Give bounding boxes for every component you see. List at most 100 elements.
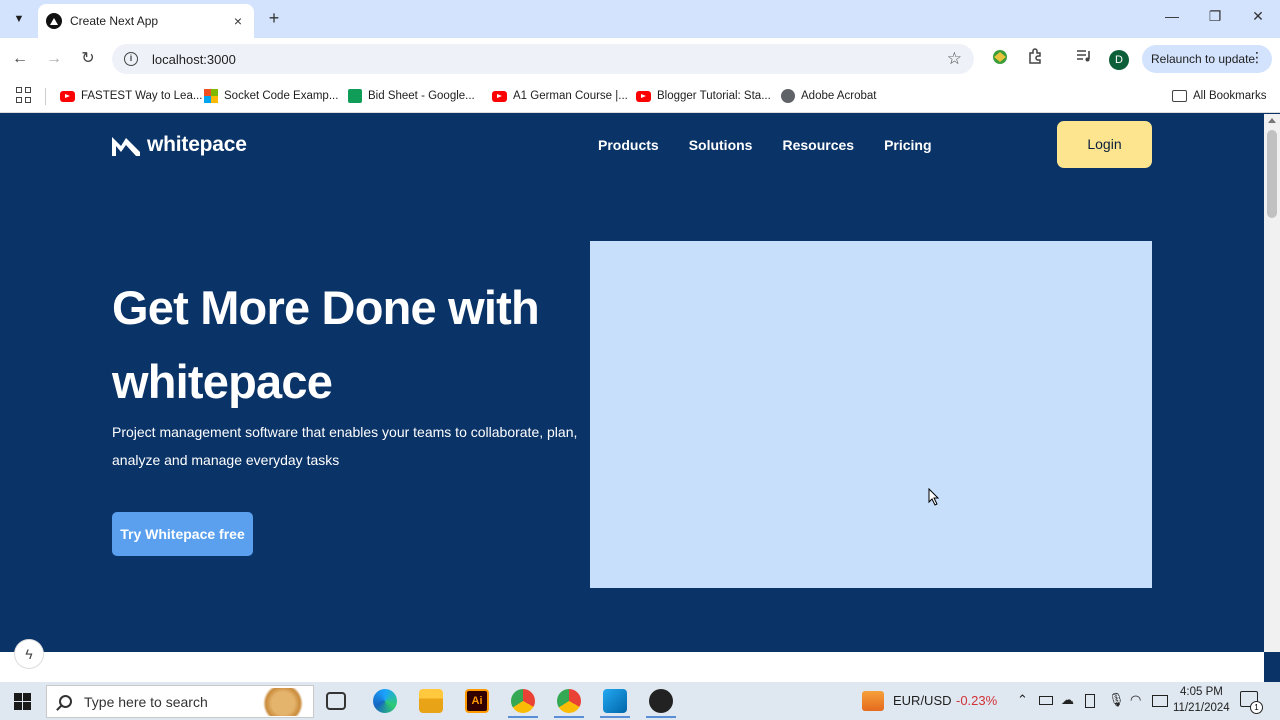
scroll-thumb[interactable] <box>1267 130 1277 218</box>
bookmark-label: Bid Sheet - Google... <box>368 90 475 102</box>
bookmark-label: Adobe Acrobat <box>801 90 877 102</box>
active-app-indicator <box>554 716 584 718</box>
fx-pair-label[interactable]: EUR/USD <box>893 693 952 708</box>
nav-resources[interactable]: Resources <box>782 137 854 153</box>
active-app-indicator <box>646 716 676 718</box>
next-section-edge <box>0 652 1264 682</box>
microphone-icon[interactable]: 🎙 <box>1108 692 1125 708</box>
relaunch-to-update-button[interactable]: Relaunch to update ⋮ <box>1142 45 1272 73</box>
bookmarks-bar: FASTEST Way to Lea... Socket Code Examp.… <box>0 80 1280 113</box>
microsoft-icon <box>204 89 218 103</box>
chevron-down-icon: ▼ <box>13 13 25 25</box>
mouse-cursor-icon <box>928 488 940 506</box>
stock-widget-icon[interactable] <box>862 691 884 711</box>
media-control-icon[interactable] <box>1073 48 1095 70</box>
reload-icon[interactable]: ↻ <box>77 48 99 70</box>
youtube-icon <box>492 90 507 102</box>
tab-title: Create Next App <box>70 14 159 28</box>
address-bar[interactable]: i localhost:3000 ☆ <box>112 44 974 74</box>
search-highlight-lion-icon <box>259 688 307 716</box>
hero-subtitle: Project management software that enables… <box>112 424 578 468</box>
bookmark-item[interactable]: Adobe Acrobat <box>781 86 876 106</box>
bookmark-label: Socket Code Examp... <box>224 90 339 102</box>
chevron-up-icon[interactable]: ⌃ <box>1017 692 1028 708</box>
chrome-icon[interactable] <box>557 689 581 713</box>
fx-change-value[interactable]: -0.23% <box>956 693 997 708</box>
cloud-icon[interactable]: ☁ <box>1061 692 1074 708</box>
page-scrollbar[interactable] <box>1264 114 1280 652</box>
edge-browser-icon[interactable] <box>373 689 397 713</box>
folder-icon <box>1172 90 1187 102</box>
bookmark-item[interactable]: FASTEST Way to Lea... <box>60 86 202 106</box>
forward-arrow-icon[interactable]: → <box>43 48 65 70</box>
file-explorer-icon[interactable] <box>419 689 443 713</box>
bookmark-label: Blogger Tutorial: Sta... <box>657 90 771 102</box>
site-info-icon[interactable]: i <box>124 52 138 66</box>
back-arrow-icon[interactable]: ← <box>9 48 31 70</box>
bookmarks-divider <box>45 88 46 105</box>
hero-title: Get More Done with whitepace <box>112 281 540 408</box>
apps-grid-icon[interactable] <box>16 87 32 103</box>
display-icon[interactable] <box>1152 695 1168 707</box>
obs-studio-icon[interactable] <box>649 689 673 713</box>
bookmark-label: FASTEST Way to Lea... <box>81 90 203 102</box>
whitepace-logo-icon <box>112 137 140 156</box>
windows-start-icon[interactable] <box>14 693 31 710</box>
battery-icon[interactable] <box>1039 696 1053 705</box>
browser-tab-active[interactable]: Create Next App × <box>38 4 254 38</box>
nextjs-icon <box>46 13 62 29</box>
page-content: whitepace Products Solutions Resources P… <box>0 114 1264 652</box>
bookmark-item[interactable]: Bid Sheet - Google... <box>348 86 475 106</box>
clock-date[interactable]: 11/21/2024 <box>1173 702 1230 714</box>
chrome-icon[interactable] <box>511 689 535 713</box>
tab-search-button[interactable]: ▼ <box>8 8 30 30</box>
new-tab-button[interactable]: + <box>264 8 284 28</box>
profile-avatar[interactable]: D <box>1109 50 1129 70</box>
try-free-button[interactable]: Try Whitepace free <box>112 512 253 556</box>
illustrator-icon[interactable]: Ai <box>465 689 489 713</box>
relaunch-label: Relaunch to update <box>1151 52 1256 66</box>
extension-globe-icon[interactable] <box>989 48 1011 70</box>
bookmark-label: A1 German Course |... <box>513 90 628 102</box>
all-bookmarks-button[interactable]: All Bookmarks <box>1172 86 1267 106</box>
hero-image-placeholder <box>590 241 1152 588</box>
scroll-up-arrow-icon[interactable] <box>1268 118 1276 123</box>
bookmark-item[interactable]: Socket Code Examp... <box>204 86 338 106</box>
bookmark-item[interactable]: A1 German Course |... <box>492 86 628 106</box>
tab-strip: ▼ Create Next App × + — ❐ ✕ <box>0 0 1280 38</box>
main-nav: Products Solutions Resources Pricing <box>598 137 962 153</box>
site-logo[interactable]: whitepace <box>112 133 247 157</box>
bookmark-item[interactable]: Blogger Tutorial: Sta... <box>636 86 771 106</box>
bookmark-star-icon[interactable]: ☆ <box>947 49 962 69</box>
nextjs-dev-indicator-icon[interactable]: ϟ <box>15 640 43 668</box>
restore-button[interactable]: ❐ <box>1203 8 1227 25</box>
windows-taskbar: Type here to search Ai EUR/USD -0.23% ⌃ … <box>0 682 1280 720</box>
clock-time[interactable]: 4:05 PM <box>1180 686 1223 698</box>
url-text[interactable]: localhost:3000 <box>152 52 236 67</box>
nav-pricing[interactable]: Pricing <box>884 137 931 153</box>
tab-close-icon[interactable]: × <box>230 13 246 29</box>
browser-toolbar: ← → ↻ i localhost:3000 ☆ <box>0 38 1280 80</box>
wifi-icon[interactable]: ◠ <box>1130 692 1141 708</box>
login-button[interactable]: Login <box>1057 121 1152 168</box>
active-app-indicator <box>600 716 630 718</box>
all-bookmarks-label: All Bookmarks <box>1193 90 1267 102</box>
youtube-icon <box>60 90 75 102</box>
nav-solutions[interactable]: Solutions <box>689 137 753 153</box>
task-view-icon[interactable] <box>326 692 346 710</box>
more-menu-icon[interactable]: ⋮ <box>1250 49 1264 66</box>
taskbar-search-box[interactable]: Type here to search <box>46 685 314 718</box>
globe-icon <box>781 89 795 103</box>
logo-text: whitepace <box>147 133 247 156</box>
minimize-button[interactable]: — <box>1160 8 1184 24</box>
taskbar-search-placeholder: Type here to search <box>84 693 208 710</box>
youtube-icon <box>636 90 651 102</box>
google-sheets-icon <box>348 89 362 103</box>
vscode-icon[interactable] <box>603 689 627 713</box>
nav-products[interactable]: Products <box>598 137 659 153</box>
active-app-indicator <box>508 716 538 718</box>
device-icon[interactable] <box>1085 694 1095 708</box>
close-window-button[interactable]: ✕ <box>1246 8 1270 25</box>
extensions-puzzle-icon[interactable] <box>1024 48 1046 70</box>
search-icon <box>59 695 72 708</box>
